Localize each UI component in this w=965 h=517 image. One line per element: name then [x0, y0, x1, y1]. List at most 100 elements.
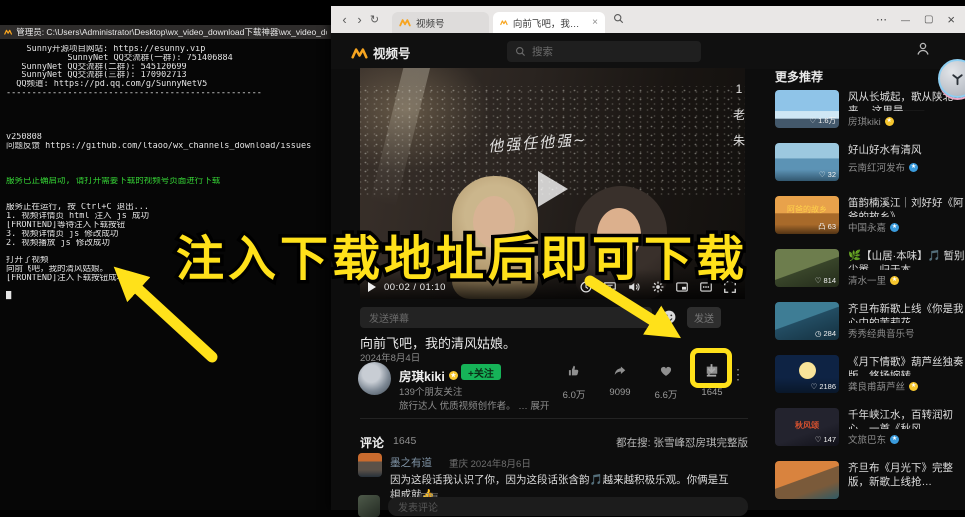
video-thumbnail[interactable]: 阿爸的故乡 凸63 [775, 196, 839, 234]
minimize-icon[interactable]: — [901, 15, 910, 25]
play-overlay-icon[interactable] [538, 171, 568, 207]
recommended-title: 千年峡江水，百转润初心。一首《秋风… [848, 408, 965, 429]
sunny-app-icon [4, 28, 12, 36]
recommended-item[interactable]: ♡814 🌿【山居·本味】🎵 暂别尘嚣，归于本… 清水一里 ★ [775, 249, 965, 287]
recommended-item[interactable]: ♡1.6万 风从长城起，歌从陕北来。 这里是——… 房琪kiki ★ [775, 90, 965, 128]
video-thumbnail[interactable]: ◷284 [775, 302, 839, 340]
channels-logo-icon [351, 47, 368, 59]
divider [360, 418, 748, 419]
terminal-title: 管理员: C:\Users\Administrator\Desktop\wx_v… [16, 26, 327, 38]
channels-favicon [500, 18, 508, 27]
profile-icon[interactable] [915, 41, 931, 62]
recommended-item[interactable]: 秋风颂 ♡147 千年峡江水，百转润初心。一首《秋风… 文旅巴东 ★ [775, 408, 965, 446]
tab-close-icon[interactable]: × [592, 17, 598, 28]
video-thumbnail[interactable]: ♡32 [775, 143, 839, 181]
search-input[interactable]: 搜索 [507, 41, 701, 62]
thumb-count: ♡814 [815, 276, 836, 285]
tab-label: 视频号 [416, 16, 445, 30]
verified-badge-icon: ★ [890, 223, 899, 232]
comment-avatar[interactable] [358, 453, 382, 477]
tab-channels-home[interactable]: 视频号 [392, 12, 489, 33]
sidebar-title: 更多推荐 [775, 68, 823, 85]
recommended-title: 齐旦布《月光下》完整版，新歌上线抢… [848, 461, 965, 489]
refresh-icon[interactable]: ↻ [367, 13, 382, 26]
verified-badge-icon: ★ [890, 276, 899, 285]
thumb-count: ♡1.6万 [809, 115, 836, 126]
window-controls: ⋯ — ▢ × [876, 12, 965, 27]
recommended-item[interactable]: 齐旦布《月光下》完整版，新歌上线抢… [775, 461, 965, 499]
recommended-item[interactable]: ♡2186 《月下情歌》葫芦丝独奏版，悠扬婉转… 龚良甫葫芦丝 ★ [775, 355, 965, 393]
verified-badge-icon: ★ [890, 435, 899, 444]
video-side-caption: 1 老 朱 [732, 76, 745, 154]
stat[interactable]: 6.6万 [651, 364, 681, 401]
emoji-icon[interactable] [661, 309, 677, 330]
heart-icon: ♡ [819, 170, 826, 179]
verified-badge-icon: ★ [909, 163, 918, 172]
like-icon [567, 364, 581, 383]
video-thumbnail[interactable]: ♡2186 [775, 355, 839, 393]
thumb-count: ♡32 [819, 170, 836, 179]
heart-icon: ♡ [811, 382, 818, 391]
more-options-icon[interactable]: ⋮ [731, 366, 745, 383]
recommended-list: ♡1.6万 风从长城起，歌从陕北来。 这里是——… 房琪kiki ★ ♡32 好… [775, 90, 965, 499]
my-avatar [358, 495, 380, 517]
author-avatar[interactable] [358, 362, 391, 395]
back-icon[interactable]: ‹ [337, 12, 352, 27]
recommended-author: 中国永嘉 ★ [848, 220, 965, 234]
comment-input[interactable]: 发表评论 [388, 497, 748, 516]
send-danmaku-button[interactable]: 发送 [687, 307, 721, 328]
forward-icon[interactable]: › [352, 12, 367, 27]
recommended-item[interactable]: 阿爸的故乡 凸63 笛韵楠溪江｜刘好好《阿爸的故乡》… 中国永嘉 ★ [775, 196, 965, 234]
channels-favicon [399, 18, 411, 27]
search-icon [515, 46, 526, 57]
recommended-title: 笛韵楠溪江｜刘好好《阿爸的故乡》… [848, 196, 965, 217]
verified-badge-icon: ★ [885, 117, 894, 126]
terminal-titlebar[interactable]: 管理员: C:\Users\Administrator\Desktop\wx_v… [0, 25, 331, 39]
author-followers: 139个朋友关注 [399, 384, 462, 398]
site-logo[interactable]: 视频号 [351, 43, 411, 62]
comment-meta: 重庆 2024年8月6日 [449, 456, 531, 470]
verified-badge-icon: ★ [909, 382, 918, 391]
menu-icon[interactable]: ⋯ [876, 13, 887, 26]
video-thumbnail[interactable]: ♡1.6万 [775, 90, 839, 128]
clock-icon: ◷ [815, 329, 822, 338]
recommended-author: 龚良甫葫芦丝 ★ [848, 379, 965, 393]
video-thumbnail[interactable]: 秋风颂 ♡147 [775, 408, 839, 446]
author-name-text: 房琪kiki [399, 366, 445, 385]
annotation-big-text: 注入下载地址后即可下载 [176, 219, 748, 289]
danmaku-input[interactable]: 发送弹幕 [360, 307, 652, 328]
stat[interactable]: 6.0万 [559, 364, 589, 401]
video-thumbnail[interactable] [775, 461, 839, 499]
author-bio[interactable]: 旅行达人 优质视频创作者。 … 展开 [399, 398, 549, 412]
recommended-author: 清水一里 ★ [848, 273, 965, 287]
recommended-title: 好山好水有清风 [848, 143, 922, 157]
close-icon[interactable]: × [947, 12, 955, 27]
danmaku-placeholder: 发送弹幕 [369, 310, 409, 325]
stat[interactable]: 9099 [605, 364, 635, 401]
follow-label: +关注 [468, 365, 494, 380]
tab-label: 向前飞吧，我的清风姑娘。 [513, 16, 587, 30]
recommended-author: 云南红河发布 ★ [848, 160, 922, 174]
hot-search-link[interactable]: 都在搜: 张雪峰怼房琪完整版 [331, 435, 748, 450]
tab-current-video[interactable]: 向前飞吧，我的清风姑娘。 × [493, 12, 605, 33]
verified-badge-icon: ★ [449, 371, 458, 380]
maximize-icon[interactable]: ▢ [924, 14, 933, 25]
recommended-title: 《月下情歌》葫芦丝独奏版，悠扬婉转… [848, 355, 965, 376]
site-logo-text: 视频号 [373, 43, 411, 62]
author-name[interactable]: 房琪kiki ★ [399, 366, 458, 385]
video-thumbnail[interactable]: ♡814 [775, 249, 839, 287]
recommended-author: 房琪kiki ★ [848, 114, 965, 128]
thumb-count: ♡147 [815, 435, 836, 444]
download-highlight-box [690, 348, 732, 388]
extension-logo-icon [950, 71, 965, 86]
recommended-item[interactable]: ◷284 齐旦布新歌上线《你是我心中的茉莉花… 秀秀经典音乐号 [775, 302, 965, 340]
thumb-count: ♡2186 [811, 382, 836, 391]
recommended-title: 🌿【山居·本味】🎵 暂别尘嚣，归于本… [848, 249, 965, 270]
follow-button[interactable]: +关注 [461, 364, 501, 380]
heart-icon [659, 364, 673, 383]
comment-author[interactable]: 墨之有道 [390, 455, 432, 470]
recommended-item[interactable]: ♡32 好山好水有清风 云南红河发布 ★ [775, 143, 965, 181]
tab-search-icon[interactable] [613, 11, 624, 29]
recommended-title: 齐旦布新歌上线《你是我心中的茉莉花… [848, 302, 965, 323]
recommended-author: 秀秀经典音乐号 [848, 326, 965, 340]
